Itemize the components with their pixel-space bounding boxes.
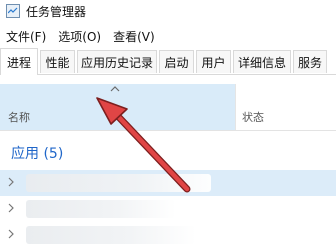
header-separator bbox=[0, 130, 336, 131]
tab-strip: 进程 性能 应用历史记录 启动 用户 详细信息 服务 bbox=[0, 48, 336, 75]
window-title: 任务管理器 bbox=[26, 4, 87, 19]
redacted-app-name bbox=[26, 226, 196, 244]
expand-chevron-icon[interactable] bbox=[7, 203, 15, 213]
list-item[interactable] bbox=[0, 196, 336, 222]
column-header: 名称 状态 bbox=[0, 84, 336, 130]
expand-chevron-icon[interactable] bbox=[7, 177, 15, 187]
menu-file[interactable]: 文件(F) bbox=[0, 28, 52, 45]
tab-processes[interactable]: 进程 bbox=[0, 48, 38, 75]
redacted-app-name bbox=[26, 174, 211, 192]
menu-bar: 文件(F) 选项(O) 查看(V) bbox=[0, 26, 161, 46]
column-status-label[interactable]: 状态 bbox=[242, 109, 264, 125]
title-bar: 任务管理器 bbox=[0, 0, 336, 22]
column-divider[interactable] bbox=[235, 84, 236, 130]
redacted-app-name bbox=[26, 200, 176, 218]
menu-options[interactable]: 选项(O) bbox=[52, 28, 107, 45]
column-name-label: 名称 bbox=[8, 111, 30, 124]
task-manager-icon bbox=[6, 4, 20, 18]
menu-view[interactable]: 查看(V) bbox=[107, 28, 161, 45]
apps-section-title: 应用 (5) bbox=[11, 146, 64, 162]
list-item[interactable] bbox=[0, 222, 336, 248]
tab-services[interactable]: 服务 bbox=[293, 50, 327, 73]
name-column-header[interactable]: 名称 bbox=[0, 84, 235, 130]
tab-details[interactable]: 详细信息 bbox=[233, 50, 291, 73]
tab-app-history[interactable]: 应用历史记录 bbox=[77, 50, 157, 73]
tab-users[interactable]: 用户 bbox=[196, 50, 231, 73]
expand-chevron-icon[interactable] bbox=[7, 229, 15, 239]
tab-startup[interactable]: 启动 bbox=[159, 50, 194, 73]
tab-performance[interactable]: 性能 bbox=[40, 50, 75, 73]
sort-ascending-icon bbox=[110, 86, 120, 92]
list-item[interactable] bbox=[0, 170, 336, 196]
